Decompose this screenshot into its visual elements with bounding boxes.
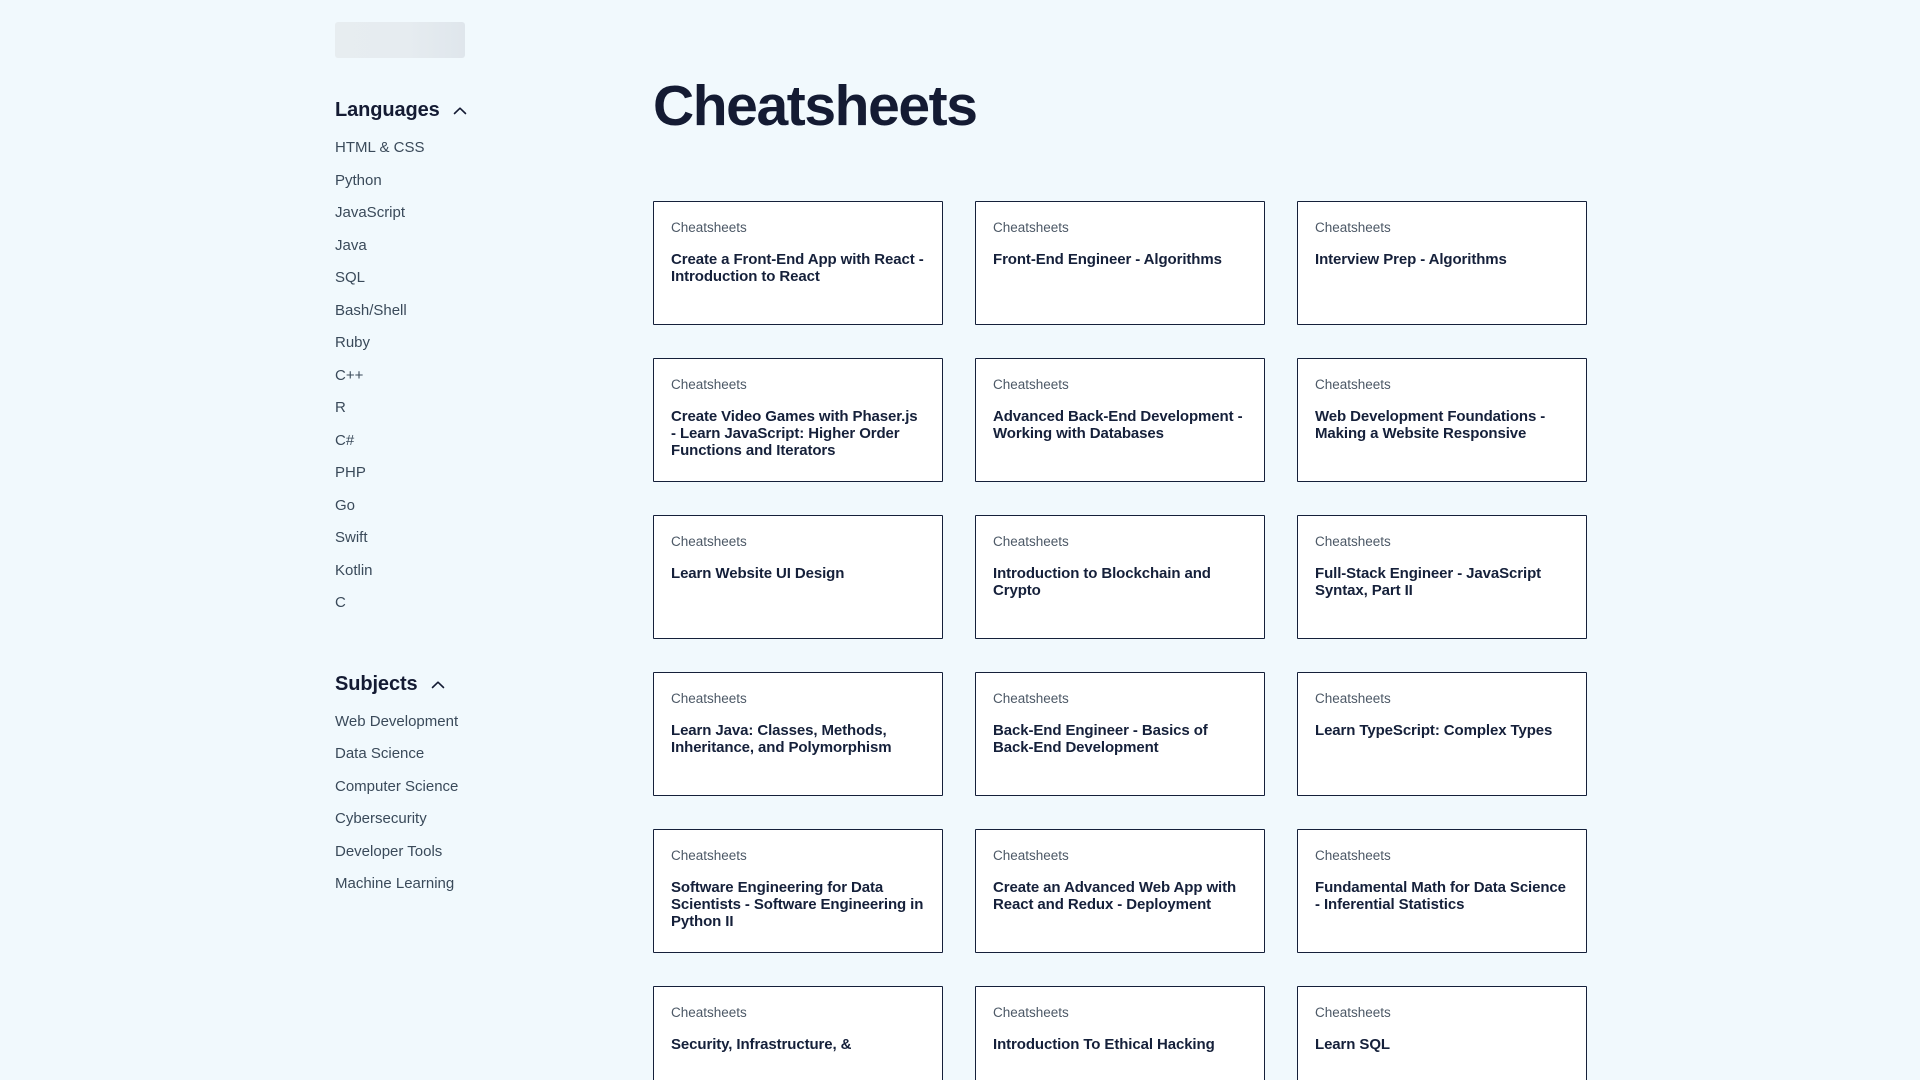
chevron-up-icon	[453, 104, 467, 118]
sidebar-item-cybersecurity[interactable]: Cybersecurity	[335, 811, 427, 844]
card-kicker: Cheatsheets	[993, 691, 1069, 706]
cheatsheet-card[interactable]: Cheatsheets Learn TypeScript: Complex Typ…	[1297, 672, 1587, 796]
card-title: Learn Java: Classes, Methods, Inheritanc…	[671, 721, 892, 756]
card-title: Full-Stack Engineer - JavaScript Syntax,…	[1315, 564, 1542, 599]
card-title: Create Video Games with Phaser.js - Lear…	[671, 407, 918, 460]
sidebar-section-title: Subjects	[335, 672, 418, 695]
cheatsheet-card[interactable]: Cheatsheets Web Development Foundations -…	[1297, 358, 1587, 482]
card-kicker: Cheatsheets	[1315, 691, 1391, 706]
sidebar-item-computer-science[interactable]: Computer Science	[335, 779, 458, 812]
sidebar-section-subjects: Subjects Web Development Data Science Compu…	[335, 674, 635, 909]
card-title: Fundamental Math for Data Science - Infe…	[1315, 878, 1566, 913]
sidebar-item-bash-shell[interactable]: Bash/Shell	[335, 303, 407, 336]
sidebar-item-php[interactable]: PHP	[335, 465, 366, 498]
card-title: Create an Advanced Web App with React an…	[993, 878, 1237, 913]
card-title: Introduction to Blockchain and Crypto	[993, 564, 1211, 599]
sidebar-list-subjects: Web Development Data Science Computer Scie…	[335, 714, 635, 909]
card-title: Security, Infrastructure, &	[671, 1035, 852, 1053]
cheatsheet-card[interactable]: Cheatsheets Interview Prep - Algorithms	[1297, 201, 1587, 325]
cheatsheet-card[interactable]: Cheatsheets Fundamental Math for Data Sci…	[1297, 829, 1587, 953]
card-kicker: Cheatsheets	[1315, 377, 1391, 392]
cheatsheet-card[interactable]: Cheatsheets Software Engineering for Data…	[653, 829, 943, 953]
card-kicker: Cheatsheets	[1315, 534, 1391, 549]
sidebar-sections: Languages HTML & CSS Python JavaScript Java S…	[335, 100, 635, 909]
sidebar-item-c[interactable]: C	[335, 595, 346, 628]
sidebar-section-title: Languages	[335, 99, 440, 121]
card-kicker: Cheatsheets	[1315, 848, 1391, 863]
sidebar-item-html-css[interactable]: HTML & CSS	[335, 140, 424, 173]
cheatsheet-card[interactable]: Cheatsheets Front-End Engineer - Algorith…	[975, 201, 1265, 325]
card-kicker: Cheatsheets	[1315, 220, 1391, 235]
cheatsheet-card[interactable]: Cheatsheets Learn SQL	[1297, 986, 1587, 1080]
card-kicker: Cheatsheets	[671, 848, 747, 863]
card-title: Learn TypeScript: Complex Types	[1315, 721, 1553, 739]
sidebar-item-go[interactable]: Go	[335, 498, 355, 531]
cheatsheet-card[interactable]: Cheatsheets Create a Front-End App with R…	[653, 201, 943, 325]
card-title: Software Engineering for Data Scientists…	[671, 878, 924, 931]
card-kicker: Cheatsheets	[671, 377, 747, 392]
sidebar-item-ruby[interactable]: Ruby	[335, 335, 370, 368]
sidebar-item-machine-learning[interactable]: Machine Learning	[335, 876, 454, 909]
card-title: Introduction To Ethical Hacking	[993, 1035, 1215, 1053]
card-title: Learn Website UI Design	[671, 564, 845, 582]
card-title: Front-End Engineer - Algorithms	[993, 250, 1222, 268]
cheatsheet-card[interactable]: Cheatsheets Create Video Games with Phase…	[653, 358, 943, 482]
sidebar-item-c[interactable]: C++	[335, 368, 363, 401]
card-kicker: Cheatsheets	[993, 220, 1069, 235]
cheatsheet-card[interactable]: Cheatsheets Learn Website UI Design	[653, 515, 943, 639]
logo-placeholder[interactable]	[335, 22, 465, 58]
cheatsheet-card[interactable]: Cheatsheets Back-End Engineer - Basics of…	[975, 672, 1265, 796]
card-kicker: Cheatsheets	[671, 691, 747, 706]
sidebar-item-data-science[interactable]: Data Science	[335, 746, 424, 779]
sidebar-item-kotlin[interactable]: Kotlin	[335, 563, 373, 596]
cheatsheet-card[interactable]: Cheatsheets Introduction to Blockchain an…	[975, 515, 1265, 639]
card-kicker: Cheatsheets	[671, 534, 747, 549]
cheatsheet-card-grid: Cheatsheets Create a Front-End App with R…	[653, 201, 1653, 1080]
card-title: Back-End Engineer - Basics of Back-End D…	[993, 721, 1208, 756]
cheatsheet-card[interactable]: Cheatsheets Full-Stack Engineer - JavaScr…	[1297, 515, 1587, 639]
sidebar-section-header-languages[interactable]: Languages	[335, 100, 467, 120]
card-kicker: Cheatsheets	[1315, 1005, 1391, 1020]
sidebar: Languages HTML & CSS Python JavaScript Java S…	[335, 0, 635, 1080]
card-kicker: Cheatsheets	[993, 377, 1069, 392]
sidebar-item-java[interactable]: Java	[335, 238, 367, 271]
card-kicker: Cheatsheets	[993, 534, 1069, 549]
card-kicker: Cheatsheets	[671, 1005, 747, 1020]
card-title: Advanced Back-End Development - Working …	[993, 407, 1243, 442]
card-title: Web Development Foundations - Making a W…	[1315, 407, 1546, 442]
sidebar-item-web-development[interactable]: Web Development	[335, 714, 458, 747]
sidebar-section-languages: Languages HTML & CSS Python JavaScript Java S…	[335, 100, 635, 628]
card-kicker: Cheatsheets	[993, 1005, 1069, 1020]
sidebar-item-swift[interactable]: Swift	[335, 530, 368, 563]
card-title: Interview Prep - Algorithms	[1315, 250, 1507, 268]
cheatsheet-card[interactable]: Cheatsheets Advanced Back-End Development…	[975, 358, 1265, 482]
sidebar-item-developer-tools[interactable]: Developer Tools	[335, 844, 442, 877]
card-kicker: Cheatsheets	[993, 848, 1069, 863]
card-title: Learn SQL	[1315, 1035, 1390, 1053]
sidebar-item-javascript[interactable]: JavaScript	[335, 205, 405, 238]
sidebar-item-sql[interactable]: SQL	[335, 270, 365, 303]
main-content: Cheatsheets Cheatsheets Create a Front-En…	[653, 0, 1653, 1080]
cheatsheet-card[interactable]: Cheatsheets Introduction To Ethical Hacki…	[975, 986, 1265, 1080]
sidebar-item-python[interactable]: Python	[335, 173, 382, 206]
sidebar-item-r[interactable]: R	[335, 400, 346, 433]
sidebar-item-c[interactable]: C#	[335, 433, 354, 466]
cheatsheet-card[interactable]: Cheatsheets Security, Infrastructure, &	[653, 986, 943, 1080]
card-title: Create a Front-End App with React - Intr…	[671, 250, 924, 285]
sidebar-section-divider	[335, 628, 635, 674]
sidebar-list-languages: HTML & CSS Python JavaScript Java SQL Bash/Sh…	[335, 140, 635, 628]
page-title: Cheatsheets	[653, 74, 978, 138]
cheatsheet-card[interactable]: Cheatsheets Create an Advanced Web App wi…	[975, 829, 1265, 953]
card-kicker: Cheatsheets	[671, 220, 747, 235]
chevron-up-icon	[431, 678, 445, 692]
sidebar-section-header-subjects[interactable]: Subjects	[335, 674, 445, 694]
page-root: Languages HTML & CSS Python JavaScript Java S…	[0, 0, 1920, 1080]
cheatsheet-card[interactable]: Cheatsheets Learn Java: Classes, Methods,…	[653, 672, 943, 796]
